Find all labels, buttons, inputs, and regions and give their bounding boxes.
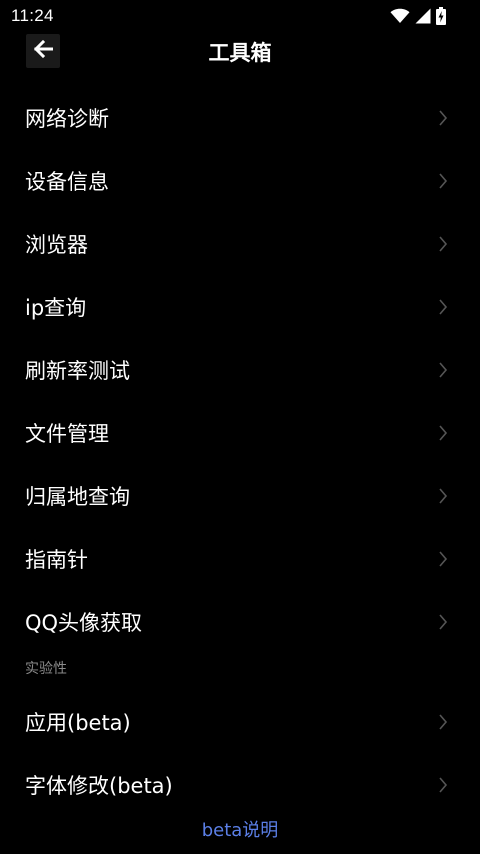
tools-menu-list: 网络诊断 设备信息 浏览器 ip查询 刷新率测试 文件管理 归属地查询 指南针 …	[0, 86, 480, 653]
menu-item-ip-lookup[interactable]: ip查询	[0, 275, 480, 338]
menu-item-apps-beta[interactable]: 应用(beta)	[0, 690, 480, 753]
menu-item-label: ip查询	[25, 295, 87, 320]
chevron-right-icon	[439, 550, 448, 567]
chevron-right-icon	[439, 776, 448, 793]
chevron-right-icon	[439, 487, 448, 504]
menu-item-font-change-beta[interactable]: 字体修改(beta)	[0, 753, 480, 816]
menu-item-browser[interactable]: 浏览器	[0, 212, 480, 275]
chevron-right-icon	[439, 424, 448, 441]
experimental-menu-list: 应用(beta) 字体修改(beta)	[0, 690, 480, 816]
menu-item-refresh-rate-test[interactable]: 刷新率测试	[0, 338, 480, 401]
menu-item-label: 网络诊断	[25, 106, 109, 131]
menu-item-label: 应用(beta)	[25, 710, 131, 735]
battery-charging-icon	[436, 7, 446, 25]
menu-item-location-lookup[interactable]: 归属地查询	[0, 464, 480, 527]
menu-item-label: 浏览器	[25, 232, 88, 257]
section-header-experimental: 实验性	[25, 661, 67, 677]
chevron-right-icon	[439, 235, 448, 252]
menu-item-network-diagnosis[interactable]: 网络诊断	[0, 86, 480, 149]
menu-item-label: QQ头像获取	[25, 610, 143, 635]
chevron-right-icon	[439, 713, 448, 730]
beta-info-link[interactable]: beta说明	[0, 816, 480, 842]
chevron-right-icon	[439, 361, 448, 378]
menu-item-label: 设备信息	[25, 169, 109, 194]
cellular-signal-icon	[415, 8, 431, 24]
menu-item-label: 刷新率测试	[25, 358, 130, 383]
page-title: 工具箱	[208, 41, 272, 65]
status-icons	[390, 6, 446, 26]
status-bar: 11:24	[0, 0, 480, 32]
menu-item-label: 字体修改(beta)	[25, 773, 173, 798]
menu-item-label: 归属地查询	[25, 484, 130, 509]
chevron-right-icon	[439, 109, 448, 126]
menu-item-label: 指南针	[25, 547, 88, 572]
chevron-right-icon	[439, 172, 448, 189]
menu-item-qq-avatar[interactable]: QQ头像获取	[0, 590, 480, 653]
chevron-right-icon	[439, 298, 448, 315]
menu-item-device-info[interactable]: 设备信息	[0, 149, 480, 212]
menu-item-compass[interactable]: 指南针	[0, 527, 480, 590]
menu-item-file-manager[interactable]: 文件管理	[0, 401, 480, 464]
app-bar: 工具箱	[0, 32, 480, 74]
menu-item-label: 文件管理	[25, 421, 109, 446]
status-time: 11:24	[11, 6, 54, 25]
chevron-right-icon	[439, 613, 448, 630]
wifi-icon	[390, 8, 410, 24]
